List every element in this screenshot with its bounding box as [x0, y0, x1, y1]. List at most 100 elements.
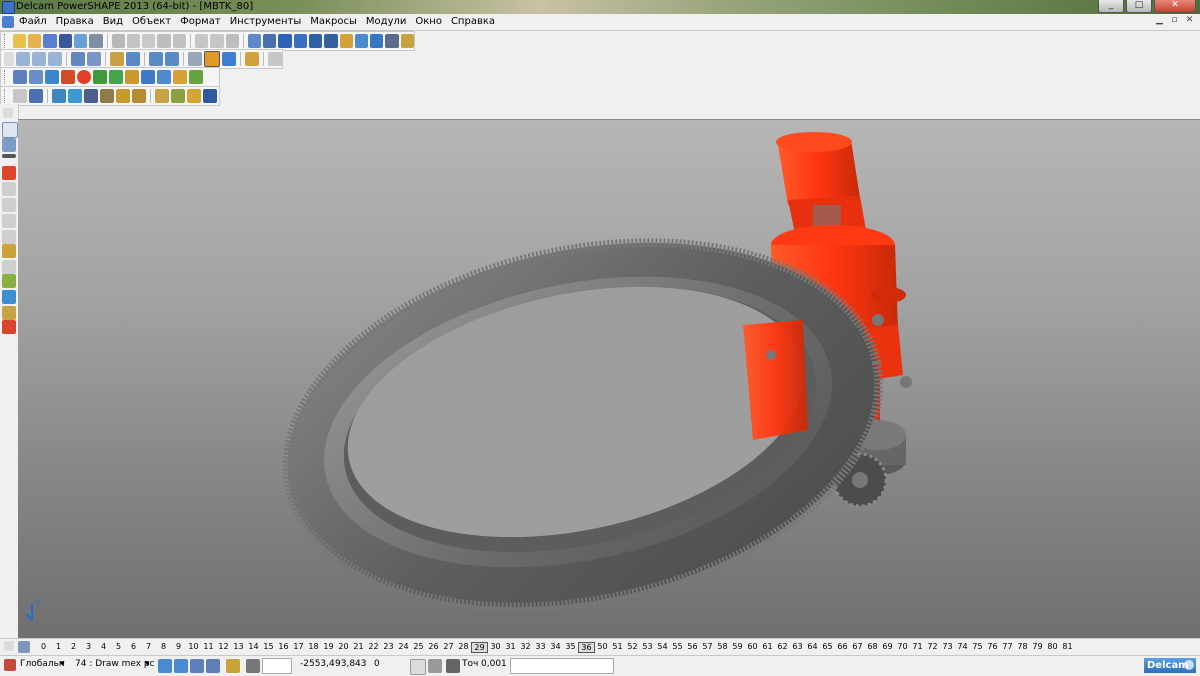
view-iso-icon[interactable] — [71, 52, 85, 66]
select-arrow-icon[interactable] — [2, 122, 18, 138]
level-81[interactable]: 81 — [1060, 642, 1075, 653]
mesh-tool-icon[interactable] — [2, 274, 16, 288]
level-79[interactable]: 79 — [1030, 642, 1045, 653]
level-78[interactable]: 78 — [1015, 642, 1030, 653]
level-55[interactable]: 55 — [670, 642, 685, 653]
menu-help[interactable]: Справка — [451, 16, 495, 27]
menu-edit[interactable]: Правка — [56, 16, 94, 27]
selection-filter-icon[interactable] — [158, 659, 172, 673]
level-22[interactable]: 22 — [366, 642, 381, 653]
mold-icon[interactable] — [189, 70, 203, 84]
level-75[interactable]: 75 — [970, 642, 985, 653]
level-6[interactable]: 6 — [126, 642, 141, 653]
level-10[interactable]: 10 — [186, 642, 201, 653]
solid-tool-icon[interactable] — [61, 70, 75, 84]
curve-icon[interactable] — [309, 34, 323, 48]
move-icon[interactable] — [52, 89, 66, 103]
paste-icon[interactable] — [142, 34, 156, 48]
level-29[interactable]: 29 — [471, 642, 488, 653]
level-71[interactable]: 71 — [910, 642, 925, 653]
level-72[interactable]: 72 — [925, 642, 940, 653]
view-top-icon[interactable] — [48, 52, 62, 66]
level-51[interactable]: 51 — [610, 642, 625, 653]
level-57[interactable]: 57 — [700, 642, 715, 653]
workplane-select[interactable]: Глобальн — [20, 659, 65, 669]
zoom-icon[interactable] — [126, 52, 140, 66]
level-28[interactable]: 28 — [456, 642, 471, 653]
maximize-button[interactable]: □ — [1126, 0, 1152, 13]
level-77[interactable]: 77 — [1000, 642, 1015, 653]
redo-icon[interactable] — [210, 34, 224, 48]
zoom-in-icon[interactable] — [149, 52, 163, 66]
level-13[interactable]: 13 — [231, 642, 246, 653]
transform-icon[interactable] — [13, 89, 27, 103]
rotate-icon[interactable] — [110, 52, 124, 66]
rotate-object-icon[interactable] — [84, 89, 98, 103]
grid-icon[interactable] — [246, 659, 260, 673]
level-36[interactable]: 36 — [578, 642, 595, 653]
document-icon[interactable] — [2, 16, 14, 28]
level-67[interactable]: 67 — [850, 642, 865, 653]
star-tool-icon[interactable] — [2, 244, 16, 258]
intelligent-cursor-icon[interactable] — [226, 659, 240, 673]
line-tool-icon[interactable] — [2, 154, 16, 158]
level-34[interactable]: 34 — [548, 642, 563, 653]
selection-filter2-icon[interactable] — [174, 659, 188, 673]
level-24[interactable]: 24 — [396, 642, 411, 653]
properties-icon[interactable] — [89, 34, 103, 48]
level-25[interactable]: 25 — [411, 642, 426, 653]
level-26[interactable]: 26 — [426, 642, 441, 653]
level-66[interactable]: 66 — [835, 642, 850, 653]
pattern-icon[interactable] — [155, 89, 169, 103]
level-31[interactable]: 31 — [503, 642, 518, 653]
scale-icon[interactable] — [116, 89, 130, 103]
level-7[interactable]: 7 — [141, 642, 156, 653]
level-60[interactable]: 60 — [745, 642, 760, 653]
menu-window[interactable]: Окно — [415, 16, 442, 27]
tolerance-icon[interactable] — [446, 659, 460, 673]
level-select[interactable]: 74 : Draw mex рс — [75, 659, 155, 669]
sphere-icon[interactable] — [77, 70, 91, 84]
new-file-icon[interactable] — [12, 34, 27, 48]
level-68[interactable]: 68 — [865, 642, 880, 653]
level-52[interactable]: 52 — [625, 642, 640, 653]
level-14[interactable]: 14 — [246, 642, 261, 653]
level-2[interactable]: 2 — [66, 642, 81, 653]
close-levelbar-icon[interactable] — [4, 641, 14, 651]
delete-icon[interactable] — [172, 34, 187, 48]
level-33[interactable]: 33 — [533, 642, 548, 653]
annotation-tool-icon[interactable] — [2, 230, 16, 244]
close-toolbar-icon[interactable] — [4, 52, 14, 66]
level-4[interactable]: 4 — [96, 642, 111, 653]
menu-modules[interactable]: Модули — [366, 16, 406, 27]
pan-icon[interactable] — [268, 52, 282, 66]
blend-icon[interactable] — [187, 89, 201, 103]
save-file-icon[interactable] — [43, 34, 57, 48]
copy-icon[interactable] — [126, 34, 141, 48]
level-61[interactable]: 61 — [760, 642, 775, 653]
text-icon[interactable] — [324, 34, 338, 48]
surface-icon[interactable] — [354, 34, 369, 48]
workplane-status-icon[interactable] — [4, 659, 16, 671]
level-53[interactable]: 53 — [640, 642, 655, 653]
level-11[interactable]: 11 — [201, 642, 216, 653]
document-properties-icon[interactable] — [29, 70, 43, 84]
view-iso2-icon[interactable] — [87, 52, 101, 66]
print-icon[interactable] — [73, 34, 88, 48]
copy-object-icon[interactable] — [68, 89, 82, 103]
level-50[interactable]: 50 — [595, 642, 610, 653]
level-58[interactable]: 58 — [715, 642, 730, 653]
open-file-icon[interactable] — [28, 34, 42, 48]
level-manager-icon[interactable] — [18, 641, 30, 653]
fillet-icon[interactable] — [171, 89, 185, 103]
level-27[interactable]: 27 — [441, 642, 456, 653]
snap-icon[interactable] — [190, 659, 204, 673]
calculator-icon[interactable] — [428, 659, 442, 673]
menu-format[interactable]: Формат — [180, 16, 221, 27]
close-button[interactable]: ✕ — [1154, 0, 1196, 13]
solid-icon[interactable] — [370, 34, 384, 48]
undo-icon[interactable] — [194, 34, 209, 48]
view-side-icon[interactable] — [32, 52, 46, 66]
cone-icon[interactable] — [109, 70, 123, 84]
box-tool-icon[interactable] — [2, 306, 16, 320]
